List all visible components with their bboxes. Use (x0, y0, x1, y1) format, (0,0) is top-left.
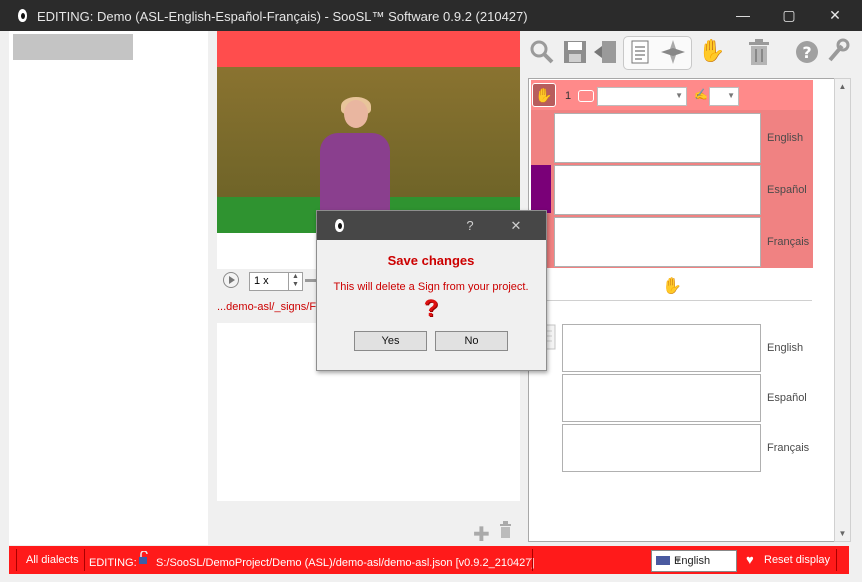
status-separator (532, 549, 533, 571)
delete-icon[interactable] (746, 38, 772, 66)
sign-list-panel[interactable] (9, 31, 208, 545)
add-sign-hand-icon[interactable]: ✋ (662, 276, 682, 296)
dialect-icon (578, 90, 594, 102)
chevron-down-icon: ▼ (674, 556, 682, 565)
video-path-link[interactable]: ...demo-asl/_signs/F# (217, 301, 317, 313)
add-icon[interactable]: ✚ (473, 522, 490, 547)
status-separator (16, 549, 17, 571)
dialect-color-marker (531, 165, 551, 213)
hand-icon[interactable]: ✋ (698, 38, 725, 64)
yes-button[interactable]: Yes (354, 331, 427, 351)
search-icon[interactable] (529, 38, 555, 66)
dialect-combo[interactable]: ▼ (597, 87, 687, 106)
dialog-help-button[interactable]: ? (447, 211, 493, 240)
uk-flag-icon (656, 556, 670, 565)
settings-wrench-icon[interactable] (824, 38, 850, 66)
gloss-lang-label: Français (767, 236, 810, 248)
heart-icon: ♥ (746, 552, 754, 567)
speed-spin-arrows-icon[interactable]: ▲ ▼ (288, 273, 302, 290)
no-button[interactable]: No (435, 331, 508, 351)
question-mark-icon: ? (423, 295, 439, 322)
grammar-combo[interactable]: ▼ (709, 87, 739, 106)
sign-number: 1 (565, 90, 572, 102)
gloss-lang-label: English (767, 132, 804, 144)
play-button[interactable] (223, 272, 239, 288)
gloss-field-english[interactable] (554, 113, 761, 163)
chevron-down-icon: ▼ (727, 91, 735, 100)
sense-field-english[interactable] (562, 324, 761, 372)
scroll-down-icon[interactable]: ▼ (835, 526, 850, 541)
details-scrollbar[interactable]: ▲ ▼ (834, 78, 851, 542)
sense-field-espanol[interactable] (562, 374, 761, 422)
title-bar: EDITING: Demo (ASL-English-Español-Franç… (0, 0, 862, 31)
maximize-button[interactable]: ▢ (766, 0, 812, 31)
dialog-message: This will delete a Sign from your projec… (333, 281, 529, 293)
speed-value: 1 x (254, 275, 269, 287)
video-header-bar (217, 31, 520, 67)
svg-text:?: ? (802, 43, 811, 62)
close-window-button[interactable]: ✕ (812, 0, 858, 31)
sign-hand-icon[interactable]: ✋ (532, 83, 556, 107)
editing-label: EDITING: (89, 557, 137, 569)
reset-display-button[interactable]: Reset display (764, 554, 830, 566)
sense-lang-label: Español (767, 392, 807, 404)
speed-spinbox[interactable]: 1 x ▲ ▼ (249, 272, 303, 291)
signer-head (344, 100, 368, 128)
status-separator (84, 549, 85, 571)
sign-video[interactable] (217, 67, 520, 233)
dialog-heading: Save changes (387, 253, 475, 268)
status-separator (836, 549, 837, 571)
window-title: EDITING: Demo (ASL-English-Español-Franç… (37, 9, 528, 24)
sense-lang-label: English (767, 342, 804, 354)
save-icon[interactable] (562, 38, 588, 66)
dialog-title-bar: ? ✕ (317, 211, 546, 240)
sense-field-francais[interactable] (562, 424, 761, 472)
trash-icon[interactable] (499, 521, 512, 538)
help-icon[interactable]: ? (794, 38, 820, 66)
scroll-up-icon[interactable]: ▲ (835, 79, 850, 94)
chevron-down-icon: ▼ (675, 91, 683, 100)
compass-icon[interactable] (660, 39, 686, 65)
project-path: S:/SooSL/DemoProject/Demo (ASL)/demo-asl… (156, 557, 535, 569)
dialect-filter-button[interactable]: All dialects (26, 554, 79, 566)
gloss-field-espanol[interactable] (554, 165, 761, 215)
gloss-lang-label: Español (767, 184, 807, 196)
display-language-combo[interactable]: English ▼ (651, 550, 737, 572)
sense-lang-label: Français (767, 442, 810, 454)
dialog-app-icon (335, 219, 344, 232)
details-view-icon[interactable] (628, 39, 652, 65)
gloss-field-francais[interactable] (554, 217, 761, 267)
sign-search-field[interactable] (13, 34, 133, 60)
minimize-button[interactable]: — (720, 0, 766, 31)
grammar-icon: ✍ (694, 89, 708, 101)
app-logo-icon (18, 9, 27, 22)
section-divider (534, 300, 812, 301)
exit-door-icon[interactable] (592, 38, 620, 66)
dialog-close-button[interactable]: ✕ (493, 211, 539, 240)
unlock-icon (139, 551, 148, 564)
